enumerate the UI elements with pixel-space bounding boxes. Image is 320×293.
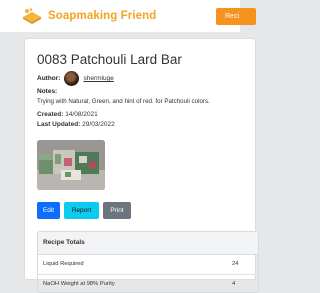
recipe-card: 0083 Patchouli Lard Bar Author: shermlug… [24, 38, 259, 293]
row-label: Liquid Required [43, 261, 84, 267]
report-button[interactable]: Report [64, 202, 99, 219]
table-row: Liquid Required 24 [38, 255, 258, 275]
recipes-nav-button[interactable]: Reci [216, 8, 256, 25]
table-row: NaOH Weight at 98% Purity 4 [38, 275, 258, 292]
action-buttons: Edit Report Print [37, 202, 135, 219]
recipe-photo[interactable] [37, 140, 105, 190]
created-label: Created: [37, 111, 64, 118]
updated-date: Last Updated: 29/03/2022 [37, 121, 115, 128]
author-label: Author: [37, 75, 61, 82]
recipe-totals-panel: Recipe Totals Liquid Required 24 NaOH We… [37, 231, 259, 293]
soap-bars-image [37, 140, 105, 190]
updated-label: Last Updated: [37, 121, 81, 128]
brand-name: Soapmaking Friend [48, 10, 157, 22]
brand-logo[interactable]: Soapmaking Friend [21, 6, 156, 26]
recipe-totals-heading: Recipe Totals [38, 232, 258, 255]
author-row: Author: shermluge [37, 70, 114, 87]
print-button[interactable]: Print [103, 202, 131, 219]
author-link[interactable]: shermluge [83, 75, 113, 82]
notes-label: Notes: [37, 88, 58, 95]
avatar[interactable] [64, 71, 80, 86]
row-value: 4 [232, 281, 236, 287]
top-navbar: Soapmaking Friend Reci [0, 0, 256, 32]
edit-button[interactable]: Edit [37, 202, 60, 219]
row-value: 24 [232, 261, 239, 267]
created-value: 14/08/2021 [65, 111, 98, 118]
page-title: 0083 Patchouli Lard Bar [37, 52, 182, 67]
created-date: Created: 14/08/2021 [37, 111, 98, 118]
updated-value: 29/03/2022 [82, 121, 115, 128]
notes-text: Trying with Natural, Green, and hint of … [37, 98, 210, 105]
row-label: NaOH Weight at 98% Purity [43, 281, 115, 287]
soap-logo-icon [23, 8, 41, 24]
